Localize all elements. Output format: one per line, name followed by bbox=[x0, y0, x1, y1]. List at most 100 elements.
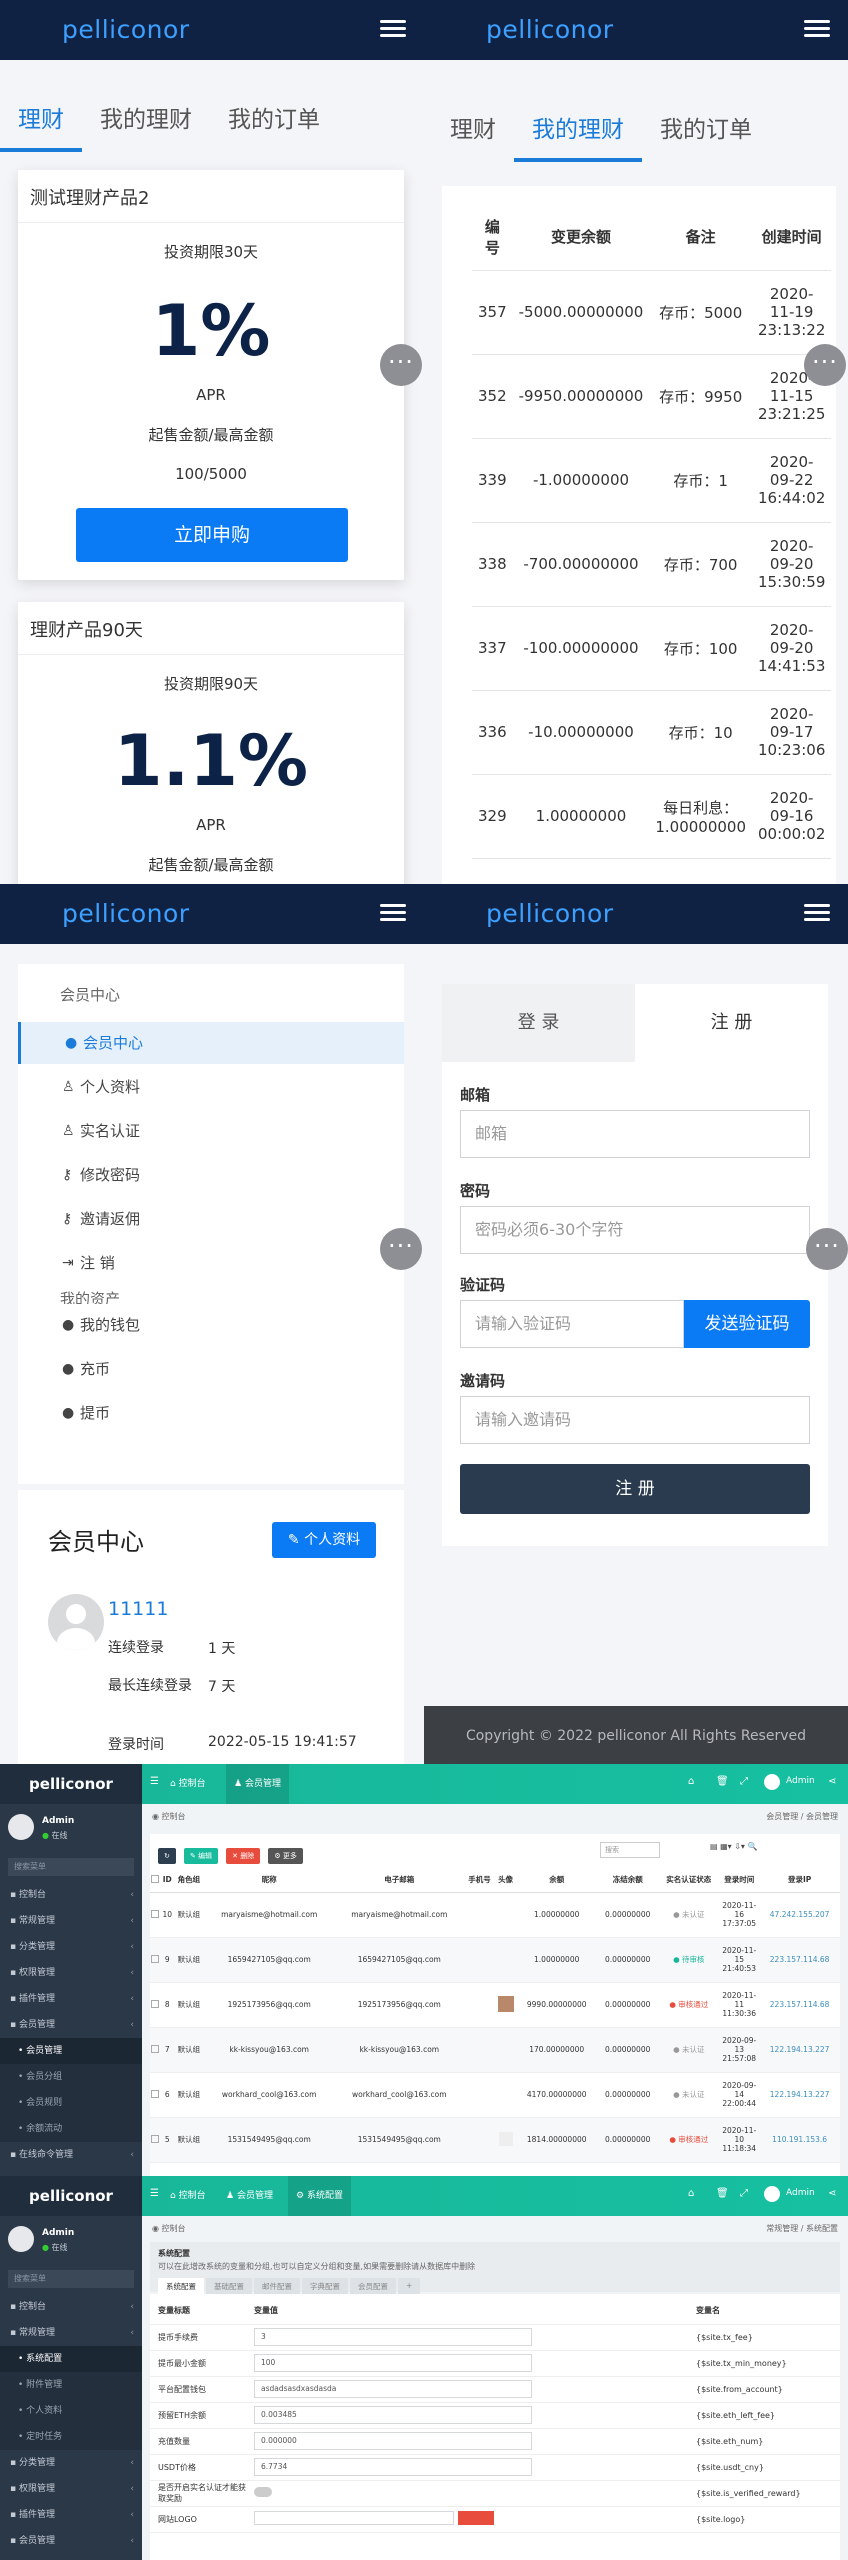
share-icon[interactable]: ⋖ bbox=[828, 1776, 836, 1787]
sidebar-item[interactable]: ▪ 插件管理 ‹ bbox=[0, 2502, 142, 2528]
sidebar-item[interactable]: • 会员分组 bbox=[0, 2064, 142, 2090]
sidebar-item[interactable]: • 附件管理 bbox=[0, 2372, 142, 2398]
admin-username[interactable]: Admin bbox=[786, 2188, 815, 2198]
column-header[interactable]: 昵称 bbox=[204, 1868, 335, 1893]
column-header[interactable]: 登录IP bbox=[759, 1868, 840, 1893]
sidebar-item[interactable]: • 会员管理 bbox=[0, 2038, 142, 2064]
more-button[interactable]: ⚙ 更多 bbox=[268, 1848, 303, 1864]
site-logo[interactable]: pelliconor bbox=[486, 899, 614, 928]
checkbox[interactable] bbox=[151, 2089, 160, 2098]
table-search-input[interactable]: 搜索 bbox=[600, 1842, 660, 1858]
row-select[interactable] bbox=[150, 2072, 161, 2118]
register-submit-button[interactable]: 注 册 bbox=[460, 1464, 810, 1514]
tab-console[interactable]: ⌂ 控制台 bbox=[170, 2188, 206, 2201]
sidebar-search-input[interactable]: 搜索菜单 bbox=[8, 1858, 134, 1876]
table-row[interactable]: 7 默认组 kk-kissyou@163.com kk-kissyou@163.com… bbox=[150, 2027, 840, 2073]
tab-login[interactable]: 登 录 bbox=[442, 984, 635, 1062]
cell-ip[interactable]: 110.191.153.6 bbox=[759, 2117, 840, 2163]
column-header[interactable] bbox=[150, 1868, 161, 1893]
table-tools[interactable]: ▤ ▦▾ ⇩▾ 🔍 bbox=[710, 1842, 820, 1858]
config-value-input[interactable]: 3 bbox=[254, 2328, 532, 2346]
avatar[interactable] bbox=[764, 2186, 780, 2202]
table-row[interactable]: 5 默认组 1531549495@qq.com 1531549495@qq.com 18… bbox=[150, 2117, 840, 2163]
home-icon[interactable]: ⌂ bbox=[688, 1776, 694, 1787]
home-icon[interactable]: ⌂ bbox=[688, 2188, 694, 2199]
config-value-input[interactable]: 0.000000 bbox=[254, 2432, 532, 2450]
tab-my-wealth[interactable]: 我的理财 bbox=[82, 100, 210, 152]
config-tab[interactable]: 系统配置 bbox=[158, 2278, 204, 2295]
table-row[interactable]: 6 默认组 workhard_cool@163.com workhard_cool@1… bbox=[150, 2072, 840, 2118]
tab-register[interactable]: 注 册 bbox=[635, 984, 828, 1062]
sidebar-search-input[interactable]: 搜索菜单 bbox=[8, 2270, 134, 2288]
site-logo[interactable]: pelliconor bbox=[62, 15, 190, 44]
sidebar-item[interactable]: • 定时任务 bbox=[0, 2424, 142, 2450]
sidebar-item[interactable]: ▪ 分类管理 ‹ bbox=[0, 1934, 142, 1960]
site-logo[interactable]: pelliconor bbox=[486, 15, 614, 44]
cell-ip[interactable]: 122.194.13.227 bbox=[759, 2027, 840, 2073]
sidebar-item[interactable]: ▪ 常规管理 ‹ bbox=[0, 1908, 142, 1934]
upload-button[interactable] bbox=[458, 2511, 494, 2525]
tab-my-orders[interactable]: 我的订单 bbox=[642, 110, 770, 162]
checkbox[interactable] bbox=[151, 1999, 160, 2008]
checkbox[interactable] bbox=[151, 1954, 160, 1963]
checkbox[interactable] bbox=[151, 1874, 160, 1883]
menu-logout[interactable]: ⇥ 注 销 bbox=[18, 1242, 404, 1284]
column-header[interactable]: 头像 bbox=[494, 1868, 517, 1893]
cell-ip[interactable]: 122.194.13.227 bbox=[759, 2072, 840, 2118]
invite-code-field[interactable]: 请输入邀请码 bbox=[460, 1396, 810, 1444]
column-header[interactable]: 登录时间 bbox=[719, 1868, 760, 1893]
profile-button[interactable]: ✎ 个人资料 bbox=[272, 1522, 376, 1558]
column-header[interactable]: 手机号 bbox=[464, 1868, 495, 1893]
sidebar-item[interactable]: • 余额流动 bbox=[0, 2116, 142, 2142]
sidebar-item[interactable]: ▪ 插件管理 ‹ bbox=[0, 1986, 142, 2012]
delete-button[interactable]: ✕ 删除 bbox=[226, 1848, 261, 1864]
config-tab[interactable]: 邮件配置 bbox=[254, 2278, 300, 2295]
menu-invite-rebate[interactable]: ⚷ 邀请返佣 bbox=[18, 1198, 404, 1240]
column-header[interactable]: ID bbox=[160, 1868, 174, 1893]
menu-change-password[interactable]: ⚷ 修改密码 bbox=[18, 1154, 404, 1196]
tab-wealth[interactable]: 理财 bbox=[0, 100, 82, 152]
share-icon[interactable]: ⋖ bbox=[828, 2188, 836, 2199]
more-options-icon[interactable]: ··· bbox=[380, 1228, 422, 1270]
fullscreen-icon[interactable]: ⤢ bbox=[740, 1776, 748, 1787]
sidebar-item[interactable]: ▪ 在线命令管理‹ bbox=[0, 2142, 142, 2168]
admin-username[interactable]: Admin bbox=[786, 1776, 815, 1786]
more-options-icon[interactable]: ··· bbox=[804, 344, 846, 386]
sidebar-item[interactable]: ▪ 控制台 ‹ bbox=[0, 1882, 142, 1908]
sidebar-item[interactable]: ▪ 权限管理 ‹ bbox=[0, 1960, 142, 1986]
menu-toggle-icon[interactable]: ☰ bbox=[150, 1776, 159, 1787]
sidebar-item[interactable]: ▪ 权限管理 ‹ bbox=[0, 2476, 142, 2502]
config-tab[interactable]: 基础配置 bbox=[206, 2278, 252, 2295]
table-row[interactable]: 9 默认组 1659427105@qq.com 1659427105@qq.com 1.… bbox=[150, 1937, 840, 1983]
more-options-icon[interactable]: ··· bbox=[380, 344, 422, 386]
tab-member-manage[interactable]: ♟ 会员管理 bbox=[226, 1764, 289, 1804]
config-value-input[interactable]: 100 bbox=[254, 2354, 532, 2372]
tab-console[interactable]: ⌂ 控制台 bbox=[170, 1776, 206, 1789]
toggle-switch[interactable] bbox=[254, 2487, 272, 2497]
verification-code-field[interactable]: 请输入验证码 bbox=[460, 1300, 684, 1348]
checkbox[interactable] bbox=[151, 1909, 160, 1918]
row-select[interactable] bbox=[150, 1982, 161, 2028]
tab-member-manage[interactable]: ♟ 会员管理 bbox=[226, 2188, 273, 2201]
config-value-input[interactable]: 0.003485 bbox=[254, 2406, 532, 2424]
menu-withdraw[interactable]: ● 提币 bbox=[18, 1392, 404, 1434]
hamburger-menu-icon[interactable] bbox=[380, 904, 406, 922]
sidebar-item[interactable]: ▪ 控制台 ‹ bbox=[0, 2294, 142, 2320]
row-select[interactable] bbox=[150, 2117, 161, 2163]
fullscreen-icon[interactable]: ⤢ bbox=[740, 2188, 748, 2199]
admin-brand[interactable]: pelliconor bbox=[0, 1764, 142, 1804]
logo-upload-input[interactable] bbox=[254, 2511, 454, 2525]
menu-profile[interactable]: ♙ 个人资料 bbox=[18, 1066, 404, 1108]
subscribe-button[interactable]: 立即申购 bbox=[76, 508, 348, 562]
admin-brand[interactable]: pelliconor bbox=[0, 2176, 142, 2216]
column-header[interactable]: 冻结余额 bbox=[597, 1868, 659, 1893]
sidebar-item[interactable]: ▪ 在线命令管理‹ bbox=[0, 2554, 142, 2560]
row-select[interactable] bbox=[150, 2027, 161, 2073]
password-field[interactable]: 密码必须6-30个字符 bbox=[460, 1206, 810, 1254]
config-tab[interactable]: + bbox=[398, 2278, 421, 2295]
site-logo[interactable]: pelliconor bbox=[62, 899, 190, 928]
config-tab[interactable]: 会员配置 bbox=[350, 2278, 396, 2295]
row-select[interactable] bbox=[150, 1937, 161, 1983]
column-header[interactable]: 实名认证状态 bbox=[658, 1868, 720, 1893]
email-field[interactable]: 邮箱 bbox=[460, 1110, 810, 1158]
